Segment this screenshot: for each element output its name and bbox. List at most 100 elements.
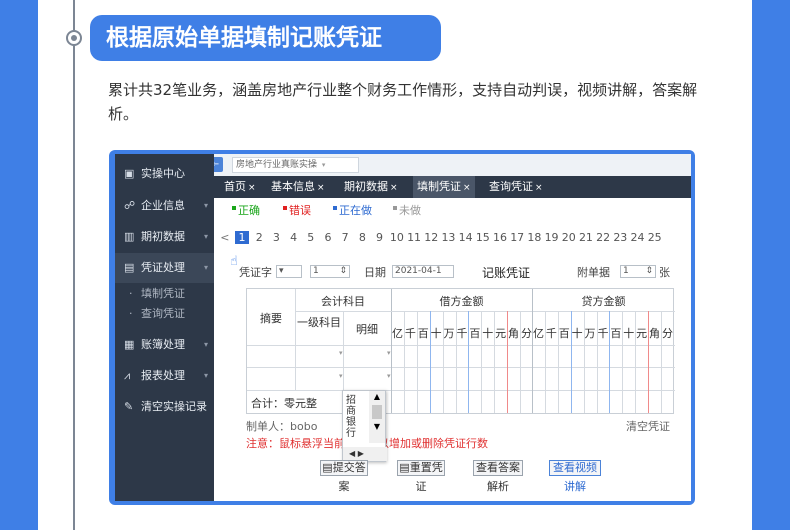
pager-page[interactable]: 24 <box>631 231 645 244</box>
sidebar-subitem-fill-voucher[interactable]: 填制凭证 <box>115 284 214 304</box>
voucher-date-input[interactable]: 2021-04-1 <box>392 265 454 278</box>
pager-page[interactable]: 5 <box>304 231 318 244</box>
pager-page[interactable]: 25 <box>648 231 662 244</box>
clear-voucher-link[interactable]: 清空凭证 <box>626 418 670 434</box>
pager-page[interactable]: 6 <box>321 231 335 244</box>
question-pager: < 1 2 3 4 5 6 7 8 9 10 11 12 13 14 15 16… <box>218 231 662 247</box>
close-icon[interactable]: × <box>248 183 256 193</box>
sidebar-item-voucher[interactable]: ▤ 凭证处理 ▾ <box>115 253 214 283</box>
chevron-down-icon[interactable]: ▾ <box>387 372 391 380</box>
digit-column-line <box>622 311 624 413</box>
bar-chart-icon: ▥ <box>124 230 135 243</box>
tab-label: 填制凭证 <box>417 180 461 193</box>
chevron-down-icon: ▾ <box>203 263 208 272</box>
sidebar-item-company-info[interactable]: ☍ 企业信息 ▾ <box>115 191 214 221</box>
main-panel: 房地产行业真账实操 ▾ 首页 × 基本信息 × 期初数据 × 填制凭证 × 查询凭证 × … <box>214 154 691 501</box>
pager-page[interactable]: 18 <box>527 231 541 244</box>
tab-label: 首页 <box>224 180 246 193</box>
attachment-count-stepper[interactable]: 1 ⇕ <box>620 265 656 278</box>
tab-query-voucher[interactable]: 查询凭证 × <box>485 176 547 198</box>
tab-fill-voucher[interactable]: 填制凭证 × <box>413 176 475 198</box>
digit-column-line <box>557 311 559 413</box>
pager-page[interactable]: 12 <box>424 231 438 244</box>
tab-opening-data[interactable]: 期初数据 × <box>340 176 402 198</box>
scroll-down-icon[interactable]: ▼ <box>369 421 385 433</box>
voucher-word-select[interactable]: ▾ <box>276 265 302 278</box>
pager-page[interactable]: 3 <box>270 231 284 244</box>
dropdown-scrollbar[interactable]: ▲ ▼ <box>369 391 385 443</box>
sidebar-item-practice-center[interactable]: ▣ 实操中心 <box>115 159 214 189</box>
digit-column-line <box>455 311 457 413</box>
sidebar-item-opening-data[interactable]: ▥ 期初数据 ▾ <box>115 222 214 252</box>
dropdown-option[interactable]: 招商银行 <box>346 395 360 439</box>
pager-prev-button[interactable]: < <box>218 231 232 244</box>
legend-label: 错误 <box>289 204 311 217</box>
account-header: 会计科目 <box>321 295 365 308</box>
pager-page[interactable]: 11 <box>407 231 421 244</box>
tab-home[interactable]: 首页 × <box>220 176 260 198</box>
pager-page[interactable]: 23 <box>613 231 627 244</box>
sidebar-item-clear-records[interactable]: ✎ 清空实操记录 <box>115 392 214 422</box>
pager-page[interactable]: 4 <box>287 231 301 244</box>
top-bar: 房地产行业真账实操 ▾ <box>214 154 691 176</box>
pager-page[interactable]: 7 <box>338 231 352 244</box>
debit-digit-header: 十 <box>430 327 442 340</box>
collapse-sidebar-icon[interactable]: ⇤ <box>214 157 223 172</box>
sidebar: ▣ 实操中心 ☍ 企业信息 ▾ ▥ 期初数据 ▾ ▤ 凭证处理 ▾ 填制凭证 查… <box>115 154 214 501</box>
pager-page[interactable]: 16 <box>493 231 507 244</box>
pager-page[interactable]: 14 <box>459 231 473 244</box>
sidebar-item-reports[interactable]: ⩘ 报表处理 ▾ <box>115 361 214 391</box>
chevron-down-icon[interactable]: ▾ <box>339 349 343 357</box>
pager-page[interactable]: 17 <box>510 231 524 244</box>
tab-bar: 首页 × 基本信息 × 期初数据 × 填制凭证 × 查询凭证 × <box>214 176 691 198</box>
chevron-down-icon[interactable]: ▾ <box>387 349 391 357</box>
stepper-icon: ⇕ <box>339 266 347 276</box>
industry-select[interactable]: 房地产行业真账实操 ▾ <box>232 157 359 173</box>
voucher-number-stepper[interactable]: 1 ⇕ <box>310 265 350 278</box>
voucher-total: 合计：零元整 <box>251 397 317 410</box>
scroll-thumb[interactable] <box>372 405 382 419</box>
digit-column-line <box>507 311 509 413</box>
stepper-icon: ⇕ <box>645 266 653 276</box>
users-icon: ☍ <box>124 199 136 212</box>
pager-page[interactable]: 8 <box>356 231 370 244</box>
pager-current-page[interactable]: 1 <box>235 231 249 244</box>
pager-page[interactable]: 13 <box>441 231 455 244</box>
close-icon[interactable]: × <box>390 183 398 193</box>
voucher-word-label: 凭证字 <box>239 266 272 279</box>
debit-digit-header: 万 <box>443 327 455 340</box>
reset-voucher-button[interactable]: ▤重置凭 <box>397 460 445 476</box>
pager-page[interactable]: 21 <box>579 231 593 244</box>
close-icon[interactable]: × <box>535 183 543 193</box>
legend-swatch <box>333 206 337 210</box>
chevron-down-icon: ▾ <box>203 201 208 210</box>
dropdown-hscroll[interactable]: ◀ ▶ <box>343 447 387 461</box>
view-answer-button[interactable]: 查看答案 <box>473 460 523 476</box>
grid-line <box>391 311 675 312</box>
pager-page[interactable]: 20 <box>562 231 576 244</box>
pager-page[interactable]: 10 <box>390 231 404 244</box>
book-icon: ▦ <box>124 338 135 351</box>
sidebar-item-label: 清空实操记录 <box>141 400 207 413</box>
pager-page[interactable]: 19 <box>545 231 559 244</box>
submit-answer-button[interactable]: ▤提交答 <box>320 460 368 476</box>
scroll-up-icon[interactable]: ▲ <box>369 391 385 403</box>
legend-swatch <box>283 206 287 210</box>
level1-account-header: 一级科目 <box>297 316 341 329</box>
pager-page[interactable]: 2 <box>252 231 266 244</box>
tab-basic-info[interactable]: 基本信息 × <box>267 176 329 198</box>
legend-wrong: 错误 <box>283 202 311 218</box>
debit-digit-header: 千 <box>456 327 468 340</box>
digit-column-line <box>494 311 496 413</box>
view-video-button[interactable]: 查看视频 <box>549 460 601 476</box>
sidebar-subitem-query-voucher[interactable]: 查询凭证 <box>115 304 214 324</box>
pager-page[interactable]: 15 <box>476 231 490 244</box>
account-dropdown-popup[interactable]: 招商银行 ▲ ▼ ◀ ▶ <box>342 390 387 462</box>
close-icon[interactable]: × <box>317 183 325 193</box>
pager-page[interactable]: 9 <box>373 231 387 244</box>
chevron-down-icon: ▾ <box>203 232 208 241</box>
chevron-down-icon[interactable]: ▾ <box>339 372 343 380</box>
sidebar-item-ledger[interactable]: ▦ 账簿处理 ▾ <box>115 330 214 360</box>
pager-page[interactable]: 22 <box>596 231 610 244</box>
close-icon[interactable]: × <box>463 183 471 193</box>
